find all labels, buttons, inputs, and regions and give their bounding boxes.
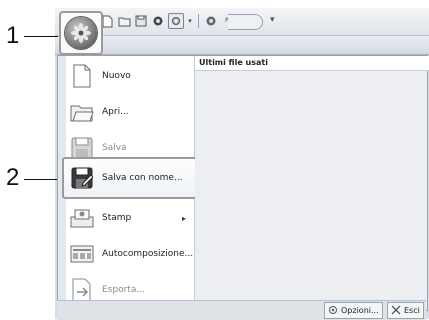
qat-customize-dropdown[interactable]: ▾ [270,15,275,25]
menu-item-apri[interactable]: Apri... [66,94,194,130]
menu-item-label: Salva con nome... [102,173,183,183]
menu-item-label: Salva [102,143,127,153]
menu-item-salva-con-nome[interactable]: Salva con nome... [62,157,200,199]
open-folder-icon [70,100,94,124]
save-as-icon [70,166,94,190]
dropdown-small-icon[interactable]: ▾ [187,14,193,28]
callout-1: 1 [6,22,20,49]
record-icon[interactable] [151,14,165,28]
menu-item-label: Nuovo [102,71,131,81]
qat-end-tab [228,14,263,30]
menu-item-label: Esporta... [102,285,145,295]
autocompose-icon [70,242,94,266]
menu-item-stamp[interactable]: Stamp ▸ [66,200,194,236]
callout-2-line [24,179,60,180]
menu-item-label: Apri... [102,107,129,117]
new-document-icon [70,64,94,88]
menu-commands: Nuovo Apri... Salva Salva con nome... St [58,56,200,310]
stamp-icon [70,206,94,230]
menu-item-autocomposizione[interactable]: Autocomposizione... [66,236,194,272]
exit-label: Esci [404,306,420,315]
exit-button[interactable]: Esci [387,302,424,319]
callout-2: 2 [6,164,20,191]
export-icon [70,278,94,302]
options-label: Opzioni... [341,306,379,315]
app-logo-icon [65,17,97,49]
menu-item-label: Autocomposizione... [102,249,194,259]
submenu-arrow-icon: ▸ [181,213,186,223]
close-x-icon [391,305,401,317]
application-button[interactable] [59,11,103,55]
callout-1-line [24,36,58,37]
open-file-icon[interactable] [117,14,131,28]
save-icon[interactable] [134,14,148,28]
separator [198,14,199,28]
options-gear-icon [328,305,338,317]
application-menu: Nuovo Apri... Salva Salva con nome... St [57,55,429,311]
menu-item-nuovo[interactable]: Nuovo [66,58,194,94]
ribbon-strip [55,36,429,55]
options-button[interactable]: Opzioni... [324,302,383,319]
settings-gear-icon[interactable] [168,13,184,29]
circle-tool-icon[interactable] [204,14,218,28]
recent-files-title: Ultimi file usati [195,56,429,71]
menu-item-label: Stamp [102,213,132,223]
recent-files-panel: Ultimi file usati [195,56,429,310]
